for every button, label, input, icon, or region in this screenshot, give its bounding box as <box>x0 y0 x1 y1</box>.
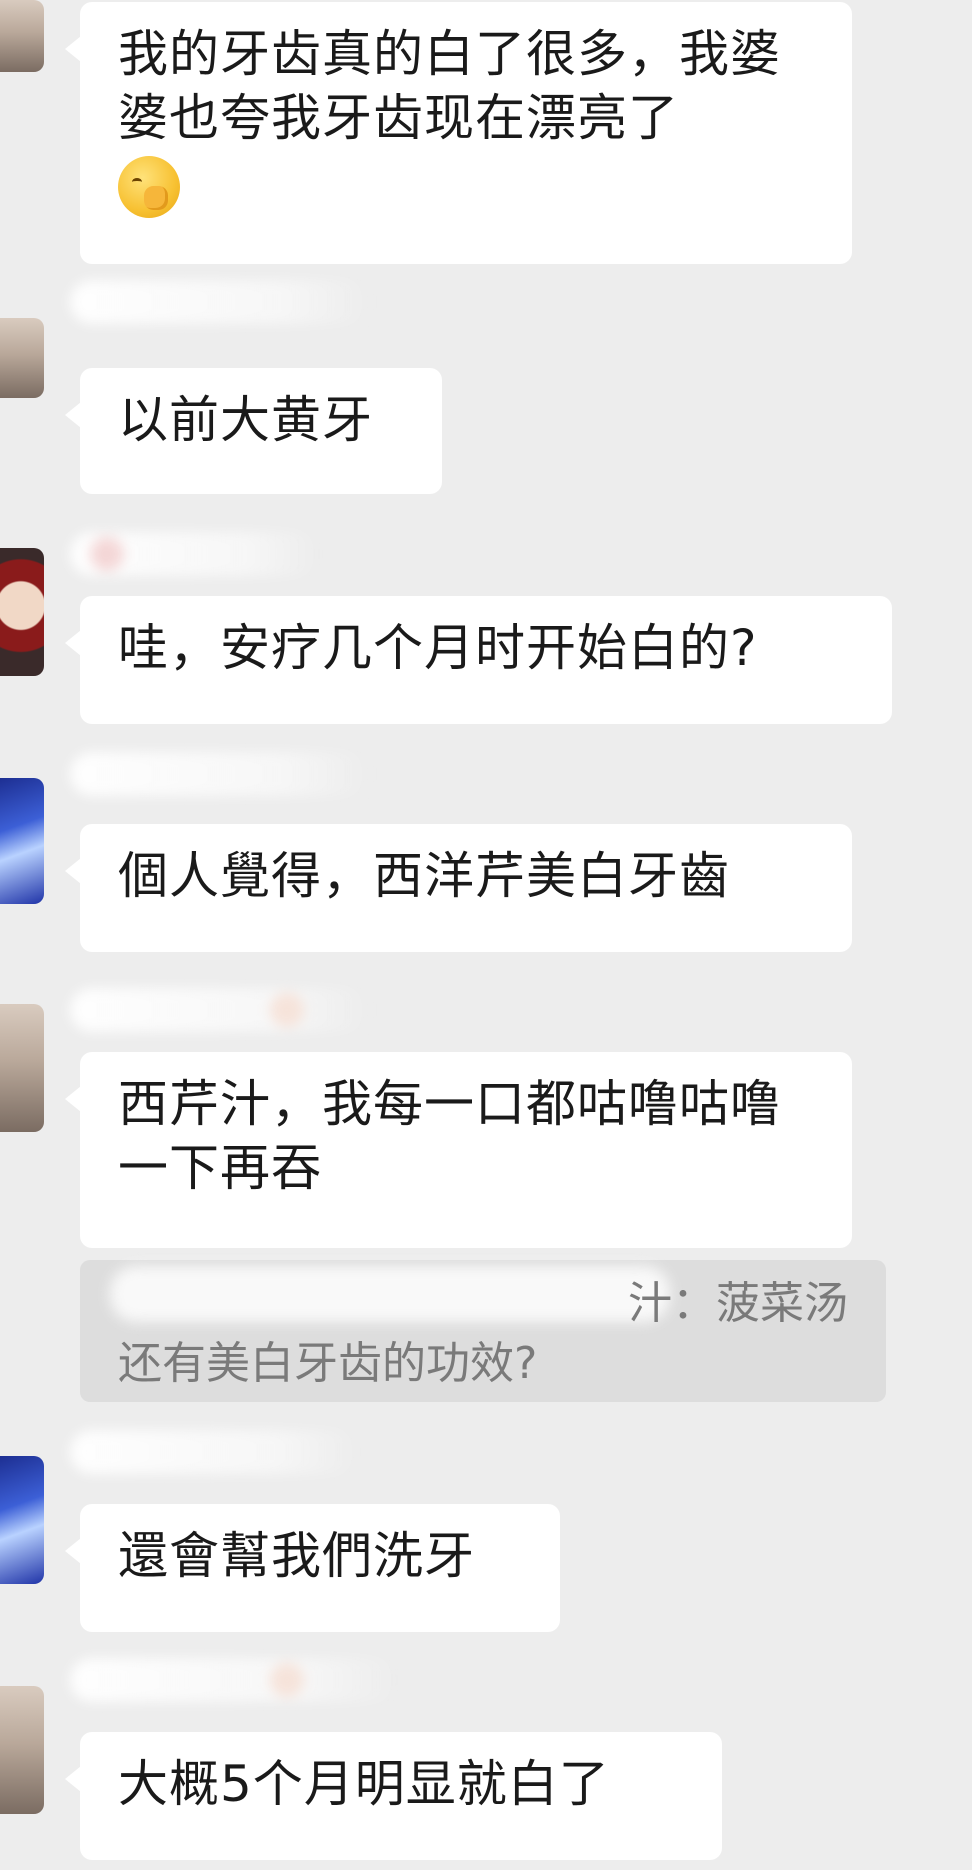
message-text: 哇，安疗几个月时开始白的? <box>118 619 758 677</box>
avatar[interactable] <box>0 548 44 676</box>
quote-line: 汁：菠菜汤 <box>628 1278 848 1329</box>
message-text: 以前大黄牙 <box>118 391 373 449</box>
message-bubble[interactable]: 個人覺得，西洋芹美白牙齒 <box>65 824 852 952</box>
sender-name <box>70 280 370 324</box>
quoted-message[interactable]: 汁：菠菜汤 还有美白牙齿的功效? <box>80 1260 886 1402</box>
avatar[interactable] <box>0 0 44 72</box>
sender-name <box>70 1658 400 1702</box>
avatar[interactable] <box>0 1686 44 1814</box>
message-bubble[interactable]: 還會幫我們洗牙 <box>65 1504 560 1632</box>
message-bubble[interactable]: 大概5个月明显就白了 <box>65 1732 722 1860</box>
avatar[interactable] <box>0 1456 44 1584</box>
message-bubble[interactable]: 西芹汁，我每一口都咕噜咕噜一下再吞 <box>65 1052 852 1248</box>
sender-name <box>70 532 320 576</box>
quote-line: 还有美白牙齿的功效? <box>118 1338 538 1389</box>
avatar[interactable] <box>0 318 44 398</box>
message-text: 個人覺得，西洋芹美白牙齒 <box>118 847 730 905</box>
message-text: 大概5个月明显就白了 <box>118 1755 610 1813</box>
message-text: 西芹汁，我每一口都咕噜咕噜一下再吞 <box>118 1075 781 1197</box>
avatar[interactable] <box>0 1004 44 1132</box>
message-bubble[interactable]: 我的牙齿真的白了很多，我婆婆也夸我牙齿现在漂亮了 <box>65 2 852 264</box>
sender-name <box>70 1430 360 1474</box>
sender-name <box>70 988 370 1032</box>
shy-emoji-icon <box>118 155 180 218</box>
sender-name <box>70 752 370 796</box>
message-text: 我的牙齿真的白了很多，我婆婆也夸我牙齿现在漂亮了 <box>118 25 781 147</box>
message-text: 還會幫我們洗牙 <box>118 1527 475 1585</box>
avatar[interactable] <box>0 778 44 904</box>
message-bubble[interactable]: 以前大黄牙 <box>65 368 442 494</box>
message-bubble[interactable]: 哇，安疗几个月时开始白的? <box>65 596 892 724</box>
